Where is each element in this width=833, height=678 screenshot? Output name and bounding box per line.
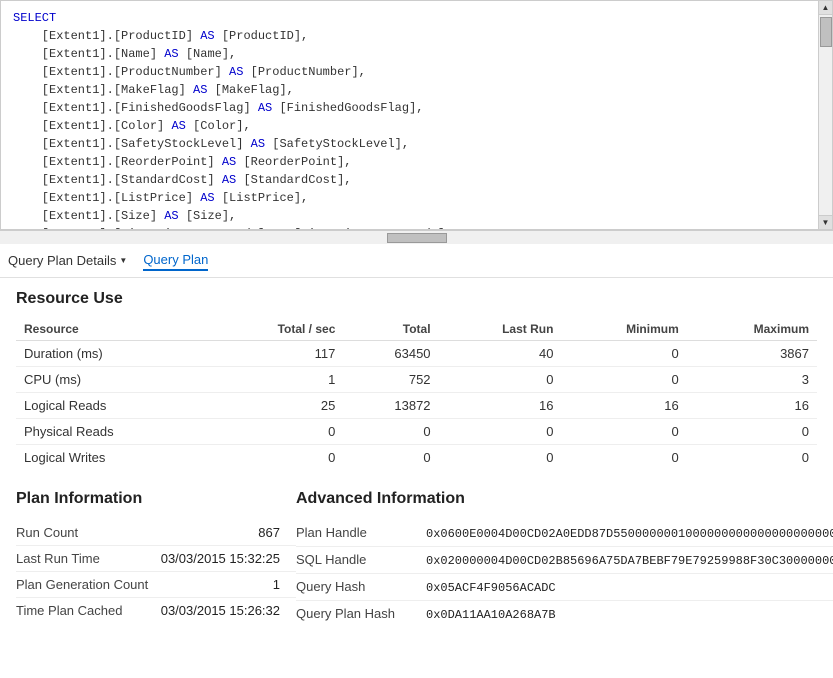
table-cell: 0	[561, 445, 686, 471]
advanced-info-value: 0x0600E0004D00CD02A0EDD87D55000000010000…	[426, 527, 833, 541]
plan-info-value: 867	[156, 525, 296, 540]
col-resource: Resource	[16, 318, 209, 341]
table-row: Logical Reads2513872161616	[16, 393, 817, 419]
table-cell: 0	[687, 445, 817, 471]
plan-info-value: 1	[156, 577, 296, 592]
scrollbar-track[interactable]	[819, 15, 832, 215]
advanced-info-label: SQL Handle	[296, 552, 426, 567]
table-cell: 16	[439, 393, 562, 419]
advanced-info-label: Query Plan Hash	[296, 606, 426, 621]
table-cell: 40	[439, 341, 562, 367]
plan-info-title: Plan Information	[16, 490, 296, 508]
advanced-info-row: Query Plan Hash0x0DA11AA10A268A7B	[296, 601, 833, 627]
col-last-run: Last Run	[439, 318, 562, 341]
col-maximum: Maximum	[687, 318, 817, 341]
table-cell: 0	[209, 419, 344, 445]
table-cell: 0	[439, 367, 562, 393]
table-cell: 117	[209, 341, 344, 367]
resource-use-title: Resource Use	[16, 290, 817, 308]
col-total-sec: Total / sec	[209, 318, 344, 341]
plan-info-value: 03/03/2015 15:26:32	[156, 603, 296, 618]
scrollbar-thumb[interactable]	[820, 17, 832, 47]
advanced-info-row: SQL Handle0x020000004D00CD02B85696A75DA7…	[296, 547, 833, 574]
advanced-info-value: 0x05ACF4F9056ACADC	[426, 581, 833, 595]
resource-table-header-row: Resource Total / sec Total Last Run Mini…	[16, 318, 817, 341]
vertical-scrollbar[interactable]: ▲ ▼	[818, 1, 832, 229]
table-cell: 63450	[343, 341, 438, 367]
sql-editor[interactable]: SELECT [Extent1].[ProductID] AS [Product…	[0, 0, 833, 230]
tab-query-plan-details[interactable]: Query Plan Details	[8, 251, 127, 270]
scrollbar-down-arrow[interactable]: ▼	[819, 215, 833, 229]
table-cell: 0	[561, 419, 686, 445]
advanced-info-row: Plan Handle0x0600E0004D00CD02A0EDD87D550…	[296, 520, 833, 547]
table-cell: Duration (ms)	[16, 341, 209, 367]
plan-info-value: 03/03/2015 15:32:25	[156, 551, 296, 566]
advanced-info-label: Plan Handle	[296, 525, 426, 540]
table-row: CPU (ms)1752003	[16, 367, 817, 393]
table-cell: 0	[561, 367, 686, 393]
table-cell: 0	[343, 419, 438, 445]
table-cell: 16	[687, 393, 817, 419]
tabs-bar: Query Plan Details Query Plan	[0, 244, 833, 278]
table-cell: 0	[687, 419, 817, 445]
col-minimum: Minimum	[561, 318, 686, 341]
table-cell: Physical Reads	[16, 419, 209, 445]
plan-info-col: Plan Information Run Count867Last Run Ti…	[16, 490, 296, 627]
main-content: Resource Use Resource Total / sec Total …	[0, 278, 833, 639]
table-row: Physical Reads00000	[16, 419, 817, 445]
plan-info-label: Plan Generation Count	[16, 577, 156, 592]
col-total: Total	[343, 318, 438, 341]
table-cell: Logical Writes	[16, 445, 209, 471]
advanced-info-row: Query Hash0x05ACF4F9056ACADC	[296, 574, 833, 601]
table-row: Duration (ms)117634504003867	[16, 341, 817, 367]
table-cell: 1	[209, 367, 344, 393]
plan-info-row: Plan Generation Count1	[16, 572, 296, 598]
plan-info-row: Run Count867	[16, 520, 296, 546]
table-cell: 16	[561, 393, 686, 419]
advanced-info-value: 0x0DA11AA10A268A7B	[426, 608, 833, 622]
plan-info-row: Time Plan Cached03/03/2015 15:26:32	[16, 598, 296, 623]
plan-info-row: Last Run Time03/03/2015 15:32:25	[16, 546, 296, 572]
resource-table: Resource Total / sec Total Last Run Mini…	[16, 318, 817, 470]
table-cell: 25	[209, 393, 344, 419]
table-cell: 0	[561, 341, 686, 367]
table-row: Logical Writes00000	[16, 445, 817, 471]
table-cell: 3	[687, 367, 817, 393]
scrollbar-up-arrow[interactable]: ▲	[819, 1, 833, 15]
table-cell: 752	[343, 367, 438, 393]
plan-info-label: Last Run Time	[16, 551, 156, 566]
plan-info-label: Run Count	[16, 525, 156, 540]
table-cell: 0	[209, 445, 344, 471]
advanced-info-value: 0x020000004D00CD02B85696A75DA7BEBF79E792…	[426, 554, 833, 568]
table-cell: 0	[439, 419, 562, 445]
advanced-info-title: Advanced Information	[296, 490, 833, 508]
advanced-info-col: Advanced Information Plan Handle0x0600E0…	[296, 490, 833, 627]
table-cell: 13872	[343, 393, 438, 419]
table-cell: 0	[439, 445, 562, 471]
table-cell: Logical Reads	[16, 393, 209, 419]
table-cell: 0	[343, 445, 438, 471]
h-scrollbar-thumb[interactable]	[387, 233, 447, 243]
horizontal-scrollbar[interactable]	[0, 230, 833, 244]
sql-content: SELECT [Extent1].[ProductID] AS [Product…	[1, 1, 832, 229]
plan-info-label: Time Plan Cached	[16, 603, 156, 618]
advanced-info-label: Query Hash	[296, 579, 426, 594]
table-cell: CPU (ms)	[16, 367, 209, 393]
tab-query-plan[interactable]: Query Plan	[143, 250, 208, 271]
info-section: Plan Information Run Count867Last Run Ti…	[16, 490, 817, 627]
table-cell: 3867	[687, 341, 817, 367]
